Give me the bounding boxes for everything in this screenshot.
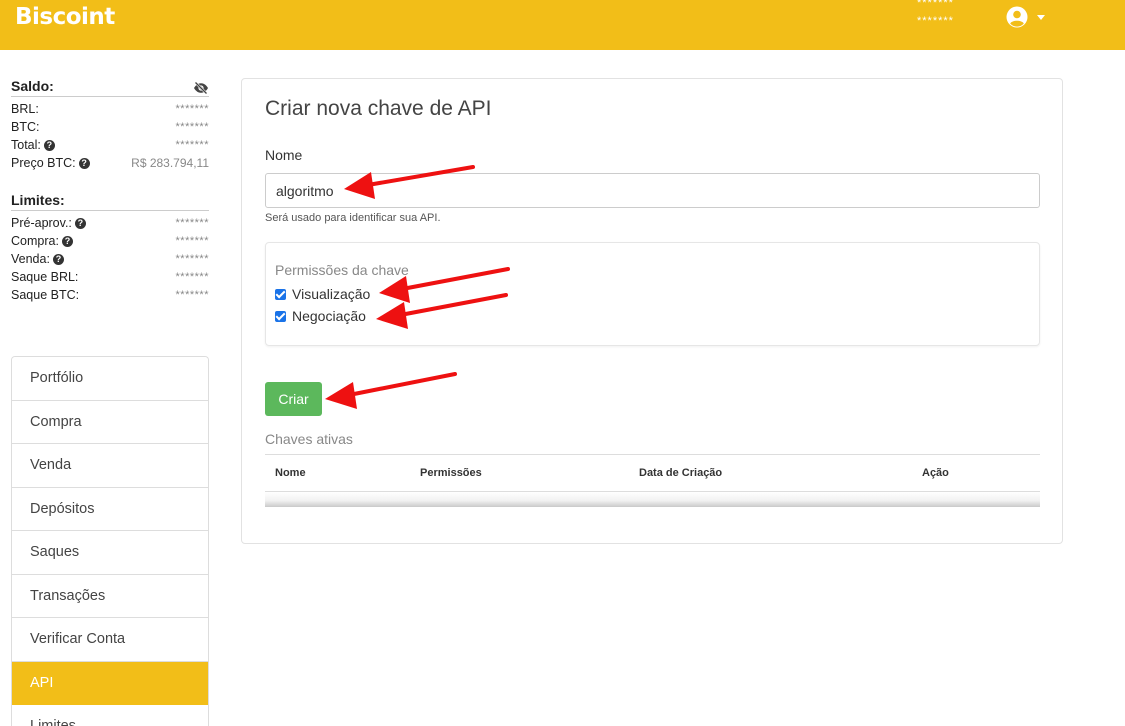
menu-item-deposits[interactable]: Depósitos: [12, 487, 208, 531]
permission-trade[interactable]: Negociação: [275, 308, 366, 324]
limit-label-wrap: Venda: ?: [11, 250, 64, 268]
eye-slash-icon[interactable]: [193, 80, 209, 96]
permission-label: Negociação: [292, 308, 366, 324]
question-circle-icon[interactable]: ?: [78, 157, 90, 169]
balance-label: Total:: [11, 138, 41, 152]
active-keys-table: Nome Permissões Data de Criação Ação: [265, 454, 1040, 492]
table-header-row: Nome Permissões Data de Criação Ação: [265, 454, 1040, 492]
menu-item-buy[interactable]: Compra: [12, 400, 208, 444]
question-circle-icon[interactable]: ?: [52, 253, 64, 265]
limit-label: Saque BTC:: [11, 288, 80, 302]
limit-value: *******: [175, 289, 209, 301]
balance-title-text: Saldo:: [11, 78, 54, 94]
page-title: Criar nova chave de API: [265, 97, 492, 120]
permissions-title: Permissões da chave: [275, 262, 409, 278]
btc-price-value: R$ 283.794,11: [131, 156, 209, 170]
api-key-card: Criar nova chave de API Nome Será usado …: [241, 78, 1063, 544]
create-button[interactable]: Criar: [265, 382, 322, 416]
balance-value: *******: [175, 121, 209, 133]
permission-label: Visualização: [292, 286, 371, 302]
limit-label-wrap: Compra: ?: [11, 232, 73, 250]
question-circle-icon[interactable]: ?: [61, 235, 73, 247]
name-label: Nome: [265, 147, 303, 163]
trade-checkbox[interactable]: [275, 310, 286, 322]
balance-value: *******: [175, 139, 209, 151]
menu-item-limits[interactable]: Limites: [12, 705, 208, 726]
column-action: Ação: [912, 454, 1040, 492]
limits-title: Limites:: [11, 192, 209, 211]
balance-row-total: Total: ? *******: [11, 136, 209, 154]
limit-label: Pré-aprov.:: [11, 216, 72, 230]
view-checkbox[interactable]: [275, 288, 286, 300]
menu-item-sell[interactable]: Venda: [12, 444, 208, 488]
limit-value: *******: [175, 235, 209, 247]
limit-row-buy: Compra: ? *******: [11, 232, 209, 250]
balance-title: Saldo:: [11, 78, 209, 97]
side-menu: Portfólio Compra Venda Depósitos Saques …: [11, 356, 209, 726]
menu-item-portfolio[interactable]: Portfólio: [12, 357, 208, 401]
masked-user-line-2: *******: [917, 15, 954, 27]
menu-item-transactions[interactable]: Transações: [12, 574, 208, 618]
limit-label-wrap: Pré-aprov.: ?: [11, 214, 86, 232]
menu-item-withdrawals[interactable]: Saques: [12, 531, 208, 575]
limit-row-withdraw-brl: Saque BRL: *******: [11, 268, 209, 286]
limit-row-withdraw-btc: Saque BTC: *******: [11, 286, 209, 304]
active-keys-title: Chaves ativas: [265, 431, 353, 447]
limit-value: *******: [175, 253, 209, 265]
balance-label: Preço BTC:: [11, 156, 76, 170]
balance-panel: Saldo: BRL: ******* BTC: ******* Total: …: [11, 78, 209, 172]
top-bar: Biscoint ******* *******: [0, 0, 1125, 50]
question-circle-icon[interactable]: ?: [43, 139, 55, 151]
column-name: Nome: [265, 454, 410, 492]
table-scrollbar[interactable]: [265, 492, 1040, 507]
permissions-box: Permissões da chave Visualização Negocia…: [265, 242, 1040, 346]
permission-view[interactable]: Visualização: [275, 286, 370, 302]
balance-value: *******: [175, 103, 209, 115]
user-circle-icon: [1006, 6, 1028, 28]
masked-user-line-1: *******: [917, 0, 954, 9]
limit-label: Venda:: [11, 252, 50, 266]
api-name-input[interactable]: [265, 173, 1040, 208]
balance-label-wrap: Total: ?: [11, 136, 55, 154]
balance-row-btc-price: Preço BTC: ? R$ 283.794,11: [11, 154, 209, 172]
menu-item-verify-account[interactable]: Verificar Conta: [12, 618, 208, 662]
chevron-down-icon: [1037, 15, 1045, 20]
logo[interactable]: Biscoint: [15, 4, 115, 30]
balance-label: BTC:: [11, 120, 40, 134]
column-created-date: Data de Criação: [629, 454, 912, 492]
limit-row-sell: Venda: ? *******: [11, 250, 209, 268]
balance-label-wrap: Preço BTC: ?: [11, 154, 90, 172]
name-help-text: Será usado para identificar sua API.: [265, 212, 441, 224]
menu-item-api[interactable]: API: [12, 661, 208, 705]
user-menu-toggle[interactable]: [1004, 5, 1048, 29]
limit-row-preapproved: Pré-aprov.: ? *******: [11, 214, 209, 232]
limits-panel: Limites: Pré-aprov.: ? ******* Compra: ?…: [11, 192, 209, 304]
limit-label: Compra:: [11, 234, 59, 248]
balance-row-brl: BRL: *******: [11, 100, 209, 118]
limit-value: *******: [175, 271, 209, 283]
limit-label: Saque BRL:: [11, 270, 79, 284]
balance-label: BRL:: [11, 102, 39, 116]
balance-row-btc: BTC: *******: [11, 118, 209, 136]
question-circle-icon[interactable]: ?: [74, 217, 86, 229]
column-permissions: Permissões: [410, 454, 629, 492]
limit-value: *******: [175, 217, 209, 229]
